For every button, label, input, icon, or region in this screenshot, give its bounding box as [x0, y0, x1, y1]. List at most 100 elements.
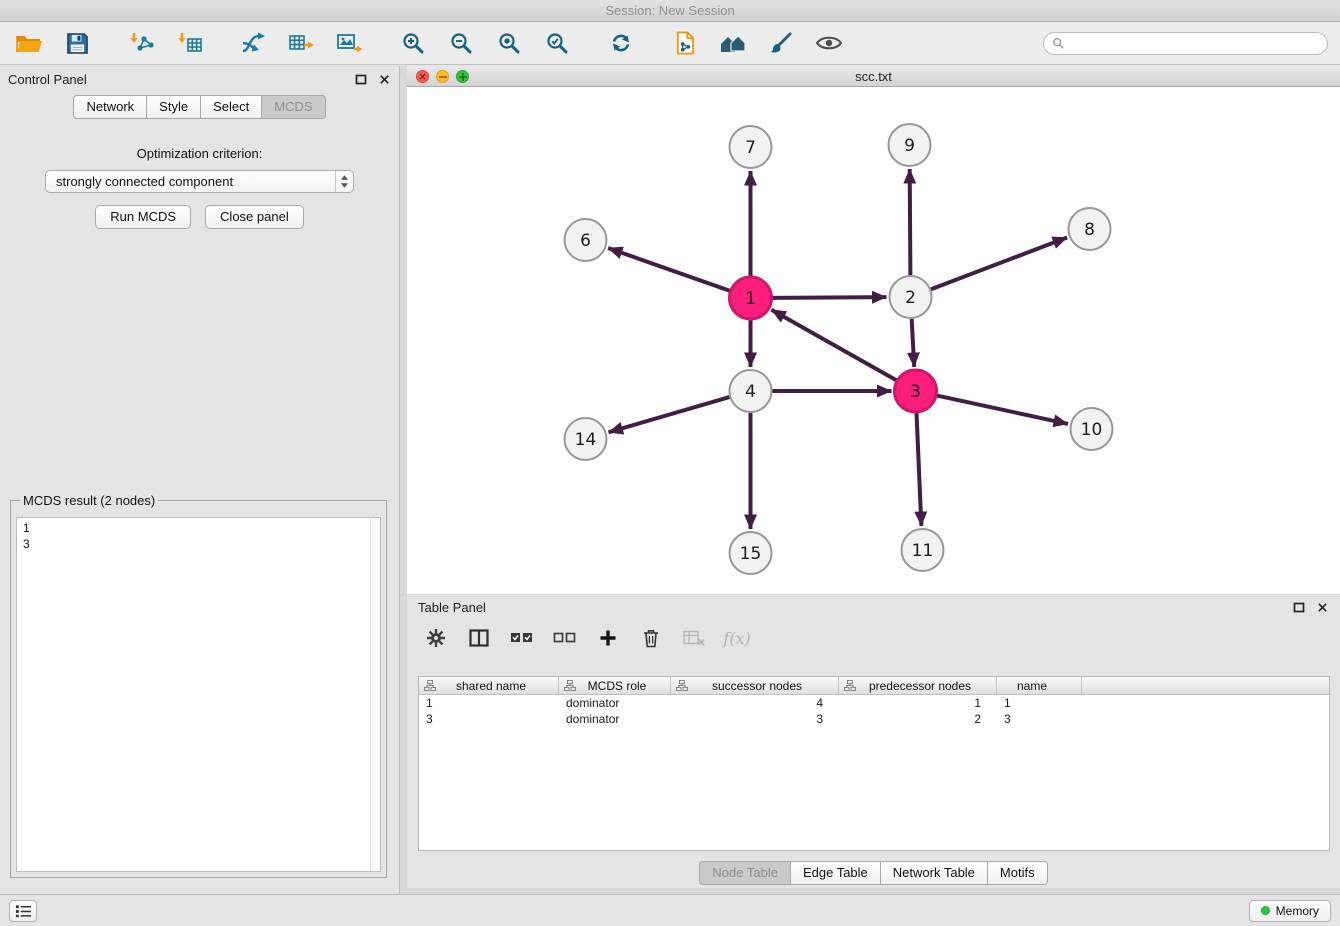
- search-input[interactable]: [1069, 36, 1319, 50]
- tab-network[interactable]: Network: [73, 95, 147, 119]
- close-mcds-panel-button[interactable]: Close panel: [205, 205, 304, 229]
- graph-edge-1-2[interactable]: [773, 297, 887, 298]
- svg-text:10: 10: [1081, 420, 1103, 440]
- zoom-selected-button[interactable]: [540, 27, 574, 59]
- graph-node-14[interactable]: 14: [565, 418, 607, 460]
- open-session-button[interactable]: [12, 27, 46, 59]
- svg-text:4: 4: [745, 382, 756, 402]
- graph-node-10[interactable]: 10: [1071, 408, 1113, 450]
- column-header-shared-name[interactable]: shared name: [419, 677, 559, 694]
- run-mcds-button[interactable]: Run MCDS: [95, 205, 191, 229]
- column-header-name[interactable]: name: [997, 677, 1082, 694]
- mcds-result-line: 1: [23, 520, 374, 536]
- graph-node-6[interactable]: 6: [565, 219, 607, 261]
- network-canvas[interactable]: 7 9 6 8 1 2 4 3 14 10 15 11: [407, 88, 1340, 594]
- style-brush-button[interactable]: [764, 27, 798, 59]
- function-builder-button[interactable]: f(x): [722, 624, 752, 652]
- graph-edge-2-8[interactable]: [931, 238, 1067, 290]
- trash-icon: [642, 628, 660, 648]
- graph-edge-3-1[interactable]: [771, 310, 896, 380]
- optimization-criterion-label: Optimization criterion:: [0, 146, 399, 161]
- delete-column-button[interactable]: [636, 624, 666, 652]
- clone-network-button[interactable]: [236, 27, 270, 59]
- tab-network-table[interactable]: Network Table: [880, 861, 988, 885]
- tab-node-table[interactable]: Node Table: [699, 861, 791, 885]
- import-network-file-button[interactable]: [668, 27, 702, 59]
- save-session-button[interactable]: [60, 27, 94, 59]
- graph-node-11[interactable]: 11: [902, 529, 944, 571]
- graph-edge-2-9[interactable]: [910, 169, 911, 275]
- table-panel-tabs: Node Table Edge Table Network Table Moti…: [407, 861, 1340, 885]
- svg-text:15: 15: [740, 544, 762, 564]
- optimization-criterion-dropdown[interactable]: strongly connected component: [45, 170, 354, 193]
- graph-edge-1-6[interactable]: [608, 248, 730, 291]
- tab-motifs[interactable]: Motifs: [987, 861, 1048, 885]
- graph-node-8[interactable]: 8: [1069, 208, 1111, 250]
- graph-edge-2-3[interactable]: [912, 319, 915, 367]
- memory-button[interactable]: Memory: [1249, 900, 1331, 922]
- zoom-out-button[interactable]: [444, 27, 478, 59]
- show-graphics-button[interactable]: [812, 27, 846, 59]
- graph-node-7[interactable]: 7: [730, 126, 772, 168]
- close-control-panel-button[interactable]: [377, 72, 391, 86]
- graph-node-4[interactable]: 4: [730, 370, 772, 412]
- delete-table-icon: [683, 630, 705, 646]
- tab-mcds[interactable]: MCDS: [261, 95, 325, 119]
- home-button[interactable]: [716, 27, 750, 59]
- close-icon: [379, 74, 390, 85]
- tab-style[interactable]: Style: [146, 95, 201, 119]
- export-image-button[interactable]: [332, 27, 366, 59]
- table-export-icon: [288, 31, 315, 55]
- graph-node-15[interactable]: 15: [730, 532, 772, 574]
- result-scrollbar[interactable]: [370, 518, 380, 871]
- delete-table-button[interactable]: [679, 624, 709, 652]
- svg-text:6: 6: [580, 231, 591, 251]
- memory-status-icon: [1261, 906, 1270, 915]
- graph-node-3[interactable]: 3: [895, 370, 937, 412]
- apply-layout-button[interactable]: [604, 27, 638, 59]
- unselect-all-columns-button[interactable]: [550, 624, 580, 652]
- show-panels-button[interactable]: [9, 900, 37, 922]
- close-table-panel-button[interactable]: [1315, 600, 1329, 614]
- float-table-panel-button[interactable]: [1292, 600, 1306, 614]
- table-options-button[interactable]: [421, 624, 451, 652]
- column-header-predecessor-nodes[interactable]: predecessor nodes: [839, 677, 997, 694]
- node-table-header: shared name MCDS role successor nodes: [419, 677, 1329, 695]
- branch-arrows-icon: [240, 31, 266, 55]
- table-cell: dominator: [559, 711, 671, 727]
- graph-edge-3-10[interactable]: [937, 396, 1068, 424]
- search-field[interactable]: [1043, 32, 1328, 55]
- network-from-table-button[interactable]: [284, 27, 318, 59]
- mcds-result-area[interactable]: 13: [16, 517, 381, 872]
- tab-edge-table[interactable]: Edge Table: [790, 861, 881, 885]
- graph-edge-4-14[interactable]: [609, 397, 730, 432]
- column-header-mcds-role[interactable]: MCDS role: [559, 677, 671, 694]
- window-title: Session: New Session: [605, 3, 734, 18]
- column-header-successor-nodes[interactable]: successor nodes: [671, 677, 839, 694]
- graph-node-1[interactable]: 1: [730, 277, 772, 319]
- show-columns-button[interactable]: [464, 624, 494, 652]
- zoom-in-button[interactable]: [396, 27, 430, 59]
- vertical-splitter[interactable]: [400, 66, 407, 894]
- minimize-window-button[interactable]: [436, 70, 449, 83]
- svg-text:11: 11: [912, 541, 934, 561]
- graph-edge-3-11[interactable]: [917, 413, 922, 526]
- refresh-icon: [609, 31, 633, 55]
- create-column-button[interactable]: [593, 624, 623, 652]
- table-row[interactable]: 3dominator323: [419, 711, 1329, 727]
- close-window-button[interactable]: [416, 70, 429, 83]
- table-row[interactable]: 1dominator411: [419, 695, 1329, 711]
- select-all-columns-button[interactable]: [507, 624, 537, 652]
- table-cell-filler: [1082, 711, 1329, 727]
- zoom-fit-button[interactable]: [492, 27, 526, 59]
- network-graph[interactable]: 7 9 6 8 1 2 4 3 14 10 15 11: [407, 88, 1340, 594]
- import-network-button[interactable]: [124, 27, 158, 59]
- zoom-window-button[interactable]: [456, 70, 469, 83]
- import-table-button[interactable]: [172, 27, 206, 59]
- memory-label: Memory: [1276, 904, 1319, 918]
- tab-select[interactable]: Select: [200, 95, 262, 119]
- dropdown-selected-value: strongly connected component: [56, 174, 335, 189]
- float-panel-button[interactable]: [354, 72, 368, 86]
- graph-node-9[interactable]: 9: [889, 124, 931, 166]
- graph-node-2[interactable]: 2: [890, 276, 932, 318]
